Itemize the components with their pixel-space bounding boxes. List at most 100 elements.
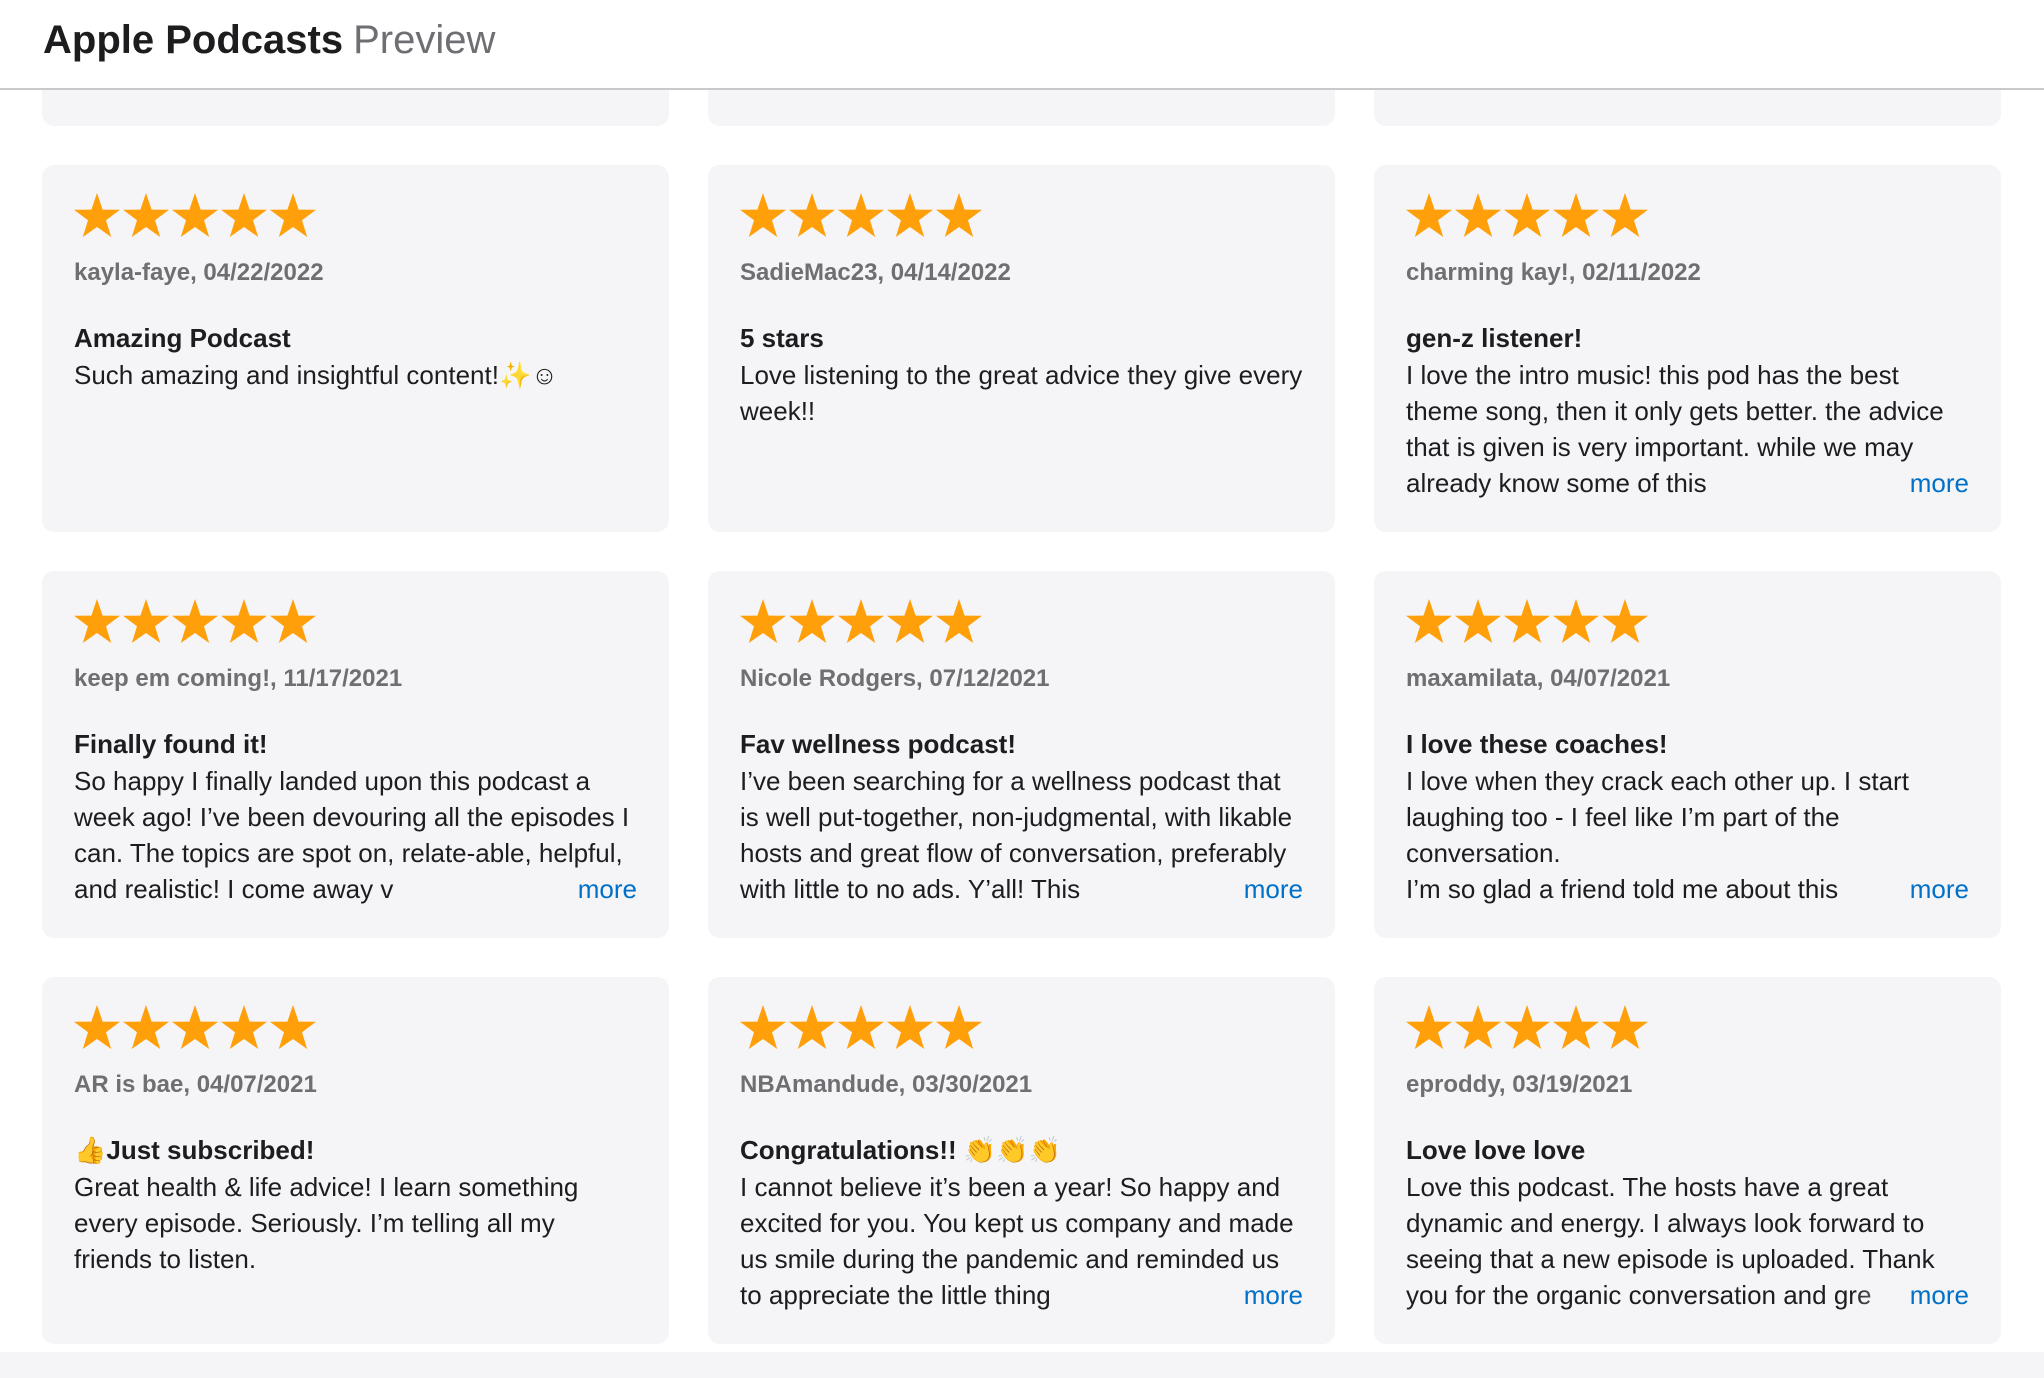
star-icon bbox=[122, 593, 170, 649]
review-body: Great health & life advice! I learn some… bbox=[74, 1172, 579, 1274]
review-author-date: NBAmandude, 03/30/2021 bbox=[740, 1071, 1033, 1098]
more-link[interactable]: more bbox=[1244, 1277, 1303, 1313]
star-icon bbox=[1503, 593, 1551, 649]
star-icon bbox=[886, 187, 934, 243]
star-icon bbox=[935, 187, 983, 243]
star-icon bbox=[1405, 593, 1453, 649]
review-author-date: keep em coming!, 11/17/2021 bbox=[74, 665, 403, 692]
star-icon bbox=[788, 999, 836, 1055]
star-rating bbox=[1405, 187, 1649, 243]
review-title: 5 stars bbox=[740, 323, 824, 353]
star-icon bbox=[1552, 187, 1600, 243]
star-icon bbox=[935, 999, 983, 1055]
star-rating bbox=[739, 187, 983, 243]
top-bar: Apple Podcasts Preview bbox=[0, 0, 2044, 90]
review-author-date: SadieMac23, 04/14/2022 bbox=[740, 259, 1011, 286]
star-icon bbox=[220, 593, 268, 649]
review-author-date: maxamilata, 04/07/2021 bbox=[1406, 665, 1671, 692]
star-rating bbox=[73, 187, 317, 243]
more-link[interactable]: more bbox=[1910, 871, 1969, 907]
review-card: Nicole Rodgers, 07/12/2021 Fav wellness p… bbox=[708, 571, 1335, 938]
star-icon bbox=[73, 999, 121, 1055]
review-body: Love listening to the great advice they … bbox=[740, 360, 1303, 426]
review-author-date: AR is bae, 04/07/2021 bbox=[74, 1071, 317, 1098]
star-icon bbox=[1552, 999, 1600, 1055]
star-icon bbox=[122, 187, 170, 243]
star-icon bbox=[122, 999, 170, 1055]
review-card: eproddy, 03/19/2021 Love love love Love th… bbox=[1374, 977, 2001, 1344]
star-rating bbox=[73, 999, 317, 1055]
star-icon bbox=[788, 593, 836, 649]
star-icon bbox=[171, 999, 219, 1055]
star-icon bbox=[788, 187, 836, 243]
review-title: Fav wellness podcast! bbox=[740, 729, 1016, 759]
review-title: gen-z listener! bbox=[1406, 323, 1583, 353]
review-card: AR is bae, 04/07/2021 👍Just subscribed! Gr… bbox=[42, 977, 669, 1344]
star-icon bbox=[1405, 187, 1453, 243]
review-author-date: Nicole Rodgers, 07/12/2021 bbox=[740, 665, 1050, 692]
star-rating bbox=[73, 593, 317, 649]
more-link[interactable]: more bbox=[578, 871, 637, 907]
review-body: I’ve been searching for a wellness podca… bbox=[740, 763, 1305, 907]
more-link[interactable]: more bbox=[1910, 1277, 1969, 1313]
star-icon bbox=[171, 593, 219, 649]
star-icon bbox=[1454, 999, 1502, 1055]
star-icon bbox=[1454, 593, 1502, 649]
review-title: Amazing Podcast bbox=[74, 323, 291, 353]
review-title: Finally found it! bbox=[74, 729, 268, 759]
review-card: charming kay!, 02/11/2022 gen-z listener!… bbox=[1374, 165, 2001, 532]
star-icon bbox=[1503, 187, 1551, 243]
review-card: kayla-faye, 04/22/2022 Amazing Podcast Suc… bbox=[42, 165, 669, 532]
star-rating bbox=[1405, 593, 1649, 649]
star-icon bbox=[73, 593, 121, 649]
star-icon bbox=[220, 999, 268, 1055]
review-title: 👍Just subscribed! bbox=[74, 1135, 315, 1165]
star-icon bbox=[886, 999, 934, 1055]
review-body: Such amazing and insightful content!✨☺ bbox=[74, 360, 558, 390]
brand-sub: Preview bbox=[353, 18, 496, 62]
review-body: I love the intro music! this pod has the… bbox=[1406, 357, 1971, 501]
star-icon bbox=[935, 593, 983, 649]
star-icon bbox=[837, 187, 885, 243]
star-icon bbox=[269, 593, 317, 649]
brand-name: Apple Podcasts bbox=[43, 18, 344, 62]
more-link[interactable]: more bbox=[1244, 871, 1303, 907]
star-icon bbox=[739, 999, 787, 1055]
review-body: Love this podcast. The hosts have a grea… bbox=[1406, 1169, 1971, 1313]
review-card: NBAmandude, 03/30/2021 Congratulations!! … bbox=[708, 977, 1335, 1344]
star-icon bbox=[73, 187, 121, 243]
star-icon bbox=[837, 999, 885, 1055]
review-card: SadieMac23, 04/14/2022 5 stars Love listen… bbox=[708, 165, 1335, 532]
review-author-date: kayla-faye, 04/22/2022 bbox=[74, 259, 324, 286]
review-author-date: eproddy, 03/19/2021 bbox=[1406, 1071, 1633, 1098]
star-icon bbox=[886, 593, 934, 649]
star-icon bbox=[739, 187, 787, 243]
star-icon bbox=[739, 593, 787, 649]
star-icon bbox=[1503, 999, 1551, 1055]
star-rating bbox=[739, 593, 983, 649]
brand-logo[interactable]: Apple Podcasts Preview bbox=[43, 16, 495, 64]
review-body: So happy I finally landed upon this podc… bbox=[74, 763, 639, 907]
star-icon bbox=[1552, 593, 1600, 649]
review-author-date: charming kay!, 02/11/2022 bbox=[1406, 259, 1701, 286]
review-card: keep em coming!, 11/17/2021 Finally found… bbox=[42, 571, 669, 938]
review-body: I love when they crack each other up. I … bbox=[1406, 763, 1971, 907]
more-link[interactable]: more bbox=[1910, 465, 1969, 501]
star-rating bbox=[739, 999, 983, 1055]
star-icon bbox=[269, 999, 317, 1055]
star-rating bbox=[1405, 999, 1649, 1055]
star-icon bbox=[1601, 187, 1649, 243]
star-icon bbox=[1454, 187, 1502, 243]
star-icon bbox=[269, 187, 317, 243]
review-title: I love these coaches! bbox=[1406, 729, 1668, 759]
review-title: Love love love bbox=[1406, 1135, 1586, 1165]
star-icon bbox=[837, 593, 885, 649]
star-icon bbox=[1405, 999, 1453, 1055]
review-card: maxamilata, 04/07/2021 I love these coach… bbox=[1374, 571, 2001, 938]
star-icon bbox=[171, 187, 219, 243]
star-icon bbox=[1601, 999, 1649, 1055]
page-bottom-edge bbox=[0, 1352, 2044, 1378]
star-icon bbox=[220, 187, 268, 243]
review-title: Congratulations!! 👏👏👏 bbox=[740, 1135, 1061, 1165]
star-icon bbox=[1601, 593, 1649, 649]
